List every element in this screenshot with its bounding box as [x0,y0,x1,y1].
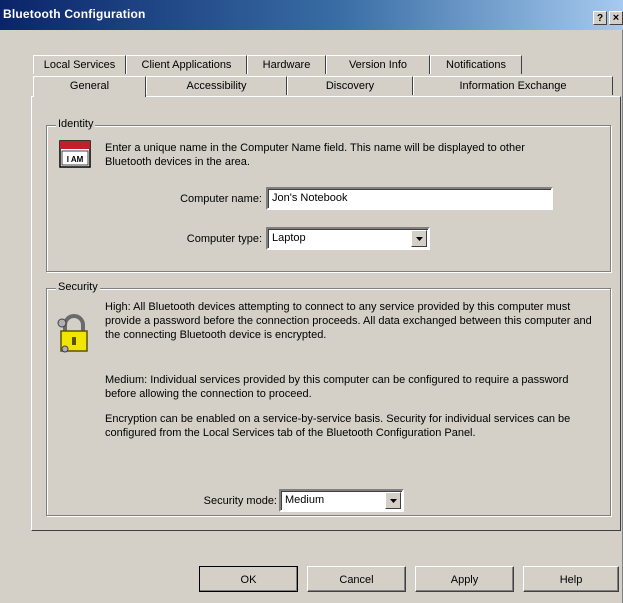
chevron-down-icon [390,499,397,503]
identity-description: Enter a unique name in the Computer Name… [105,142,525,168]
tab-client-applications[interactable]: Client Applications [126,55,247,74]
bluetooth-configuration-window: Bluetooth Configuration ? × Local Servic… [0,0,623,603]
computer-card-icon: I AM [59,140,91,168]
tab-row-front: General Accessibility Discovery Informat… [33,76,613,97]
chevron-down-icon [416,237,423,241]
security-medium-description: Medium: Individual services provided by … [105,374,569,400]
computer-name-label: Computer name: [180,193,262,205]
tab-general[interactable]: General [33,76,146,97]
security-legend: Security [56,281,100,293]
computer-type-label: Computer type: [186,233,262,245]
tab-row-back: Local Services Client Applications Hardw… [33,55,522,74]
help-button[interactable]: Help [523,566,619,592]
computer-name-input[interactable]: Jon's Notebook [266,187,553,210]
computer-type-select[interactable]: Laptop [266,227,430,250]
title-bar[interactable]: Bluetooth Configuration ? × [0,0,623,30]
svg-text:I AM: I AM [67,155,84,164]
identity-legend: Identity [56,118,96,130]
tab-information-exchange[interactable]: Information Exchange [413,76,613,95]
padlock-icon [57,314,88,353]
ok-button[interactable]: OK [199,566,298,592]
security-mode-label: Security mode: [203,495,277,507]
tab-notifications[interactable]: Notifications [430,55,522,74]
computer-type-dropdown-button[interactable] [411,230,427,247]
computer-type-value: Laptop [272,232,306,244]
window-title: Bluetooth Configuration [3,7,146,21]
security-encryption-description: Encryption can be enabled on a service-b… [105,413,571,439]
identity-group: Identity I AM Enter a unique name in the… [46,118,611,272]
cancel-button[interactable]: Cancel [307,566,406,592]
tab-hardware[interactable]: Hardware [247,55,326,74]
security-mode-value: Medium [285,494,325,506]
tab-discovery[interactable]: Discovery [287,76,413,95]
apply-button[interactable]: Apply [415,566,514,592]
security-mode-select[interactable]: Medium [279,489,404,512]
tab-local-services[interactable]: Local Services [33,55,126,74]
security-high-description: High: All Bluetooth devices attempting t… [105,301,592,341]
tab-accessibility[interactable]: Accessibility [146,76,287,95]
close-title-button[interactable]: × [609,11,623,25]
general-tab-panel: Identity I AM Enter a unique name in the… [31,96,621,531]
tab-version-info[interactable]: Version Info [326,55,430,74]
help-title-button[interactable]: ? [593,11,607,25]
security-group: Security High: All Bluetooth devices att… [46,281,611,516]
security-mode-dropdown-button[interactable] [385,492,401,509]
